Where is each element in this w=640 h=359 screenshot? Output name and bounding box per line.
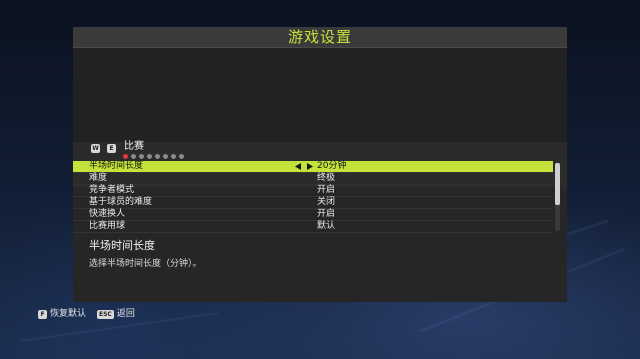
esc-key-icon: ESC [97,309,114,319]
setting-value[interactable]: 开启 [317,185,335,196]
scrollbar-thumb[interactable] [555,163,560,205]
page-dot [131,154,136,159]
setting-label: 难度 [89,173,108,183]
setting-value[interactable]: 开启 [317,209,335,220]
back-button[interactable]: ESC 返回 [97,308,135,320]
setting-value[interactable]: 默认 [317,221,335,232]
settings-row[interactable]: 竞争者模式 开启 [73,185,553,197]
page-dot [163,154,168,159]
settings-row[interactable]: 比赛用球 默认 [73,221,553,233]
settings-row[interactable]: 快速换人 开启 [73,209,553,221]
description-title: 半场时间长度 [89,239,155,252]
next-category-key[interactable]: E [107,144,116,153]
page-title: 游戏设置 [287,28,352,46]
setting-value[interactable]: 关闭 [317,197,335,208]
page-dot [139,154,144,159]
settings-scrollbar[interactable] [555,163,560,231]
setting-label: 基于球员的难度 [89,197,153,207]
settings-row[interactable]: 难度 终极 [73,173,553,185]
f-key-icon: F [38,309,47,319]
settings-row[interactable]: 基于球员的难度 关闭 [73,197,553,209]
description-text: 选择半场时间长度（分钟）。 [89,259,202,269]
setting-label: 快速换人 [89,209,126,219]
title-bar: 游戏设置 [73,27,567,48]
setting-value[interactable]: 20分钟 [317,161,346,172]
left-right-arrow-icon[interactable] [295,163,313,170]
setting-value[interactable]: 终极 [317,173,335,184]
preview-area [73,48,567,142]
page-dot [171,154,176,159]
page-dot [155,154,160,159]
page-dot [179,154,184,159]
setting-label: 竞争者模式 [89,185,135,195]
settings-row[interactable]: 半场时间长度 20分钟 [73,161,553,173]
restore-defaults-button[interactable]: F 恢复默认 [38,308,86,320]
page-dot [147,154,152,159]
restore-defaults-label: 恢复默认 [50,309,87,319]
setting-label: 半场时间长度 [89,161,144,171]
back-label: 返回 [116,309,135,319]
page-dot-active [123,154,128,159]
setting-label: 比赛用球 [89,221,126,231]
category-label: 比赛 [124,141,144,152]
prev-category-key[interactable]: W [91,144,100,153]
